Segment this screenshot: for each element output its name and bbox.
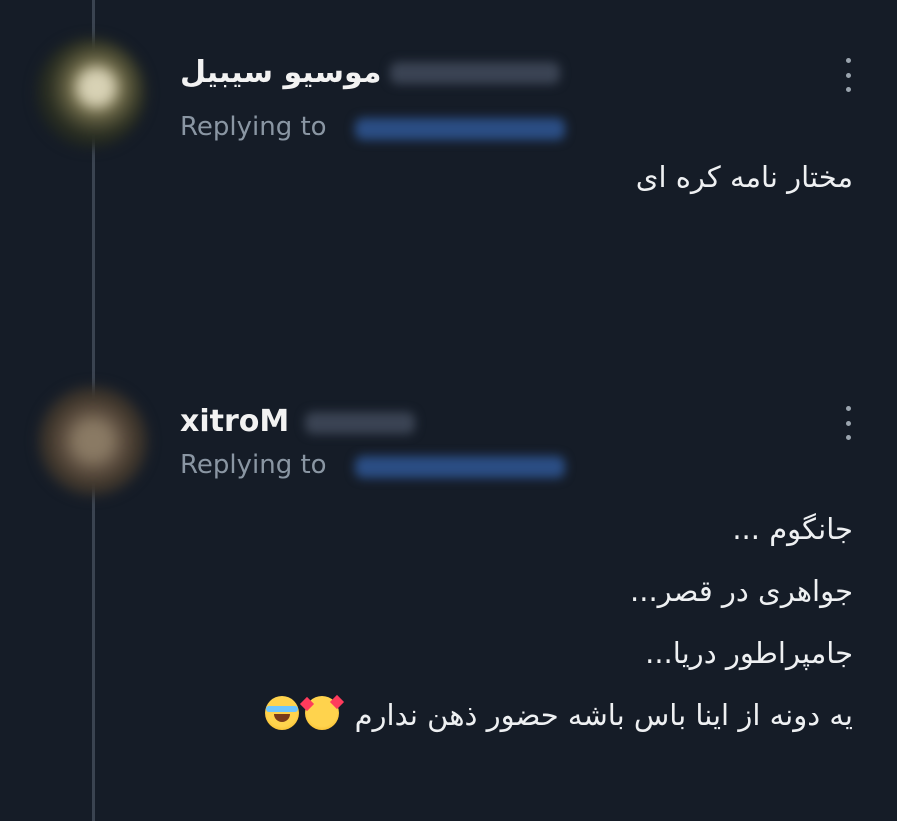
tweet-text-line: مختار نامه کره ای	[635, 160, 853, 194]
avatar[interactable]	[38, 386, 148, 496]
blurred-handle	[305, 412, 415, 434]
tweet-reply-1[interactable]: موسیو سیبیل Replying to مختار نامه کره ا…	[0, 0, 897, 330]
tweet-text-line: جامپراطور دریا...	[645, 636, 853, 670]
avatar[interactable]	[36, 38, 146, 148]
smiling-face-with-hearts-icon	[305, 696, 340, 730]
more-vertical-icon[interactable]	[838, 58, 858, 92]
blurred-handle	[390, 62, 560, 84]
blurred-mention-link[interactable]	[355, 118, 565, 140]
replying-to-label: Replying to	[180, 450, 327, 480]
more-vertical-icon[interactable]	[838, 406, 858, 440]
face-with-tears-of-joy-icon	[265, 696, 300, 730]
tweet-text-line-with-emoji: یه دونه از اینا باس باشه حضور ذهن ندارم	[265, 684, 853, 746]
tweet-reply-2[interactable]: xitroM Replying to جانگوم ... جواهری در …	[0, 360, 897, 780]
tweet-text: مختار نامه کره ای	[636, 146, 853, 208]
blurred-mention-link[interactable]	[355, 456, 565, 478]
tweet-text: جانگوم ... جواهری در قصر... جامپراطور در…	[265, 498, 853, 746]
tweet-text-line: جواهری در قصر...	[630, 574, 853, 608]
display-name[interactable]: موسیو سیبیل	[180, 55, 381, 90]
replying-to-label: Replying to	[180, 112, 327, 142]
tweet-text-line: جانگوم ...	[732, 512, 853, 546]
tweet-text-line: یه دونه از اینا باس باشه حضور ذهن ندارم	[354, 698, 853, 732]
display-name[interactable]: xitroM	[180, 404, 289, 439]
reply-thread: موسیو سیبیل Replying to مختار نامه کره ا…	[0, 0, 897, 821]
